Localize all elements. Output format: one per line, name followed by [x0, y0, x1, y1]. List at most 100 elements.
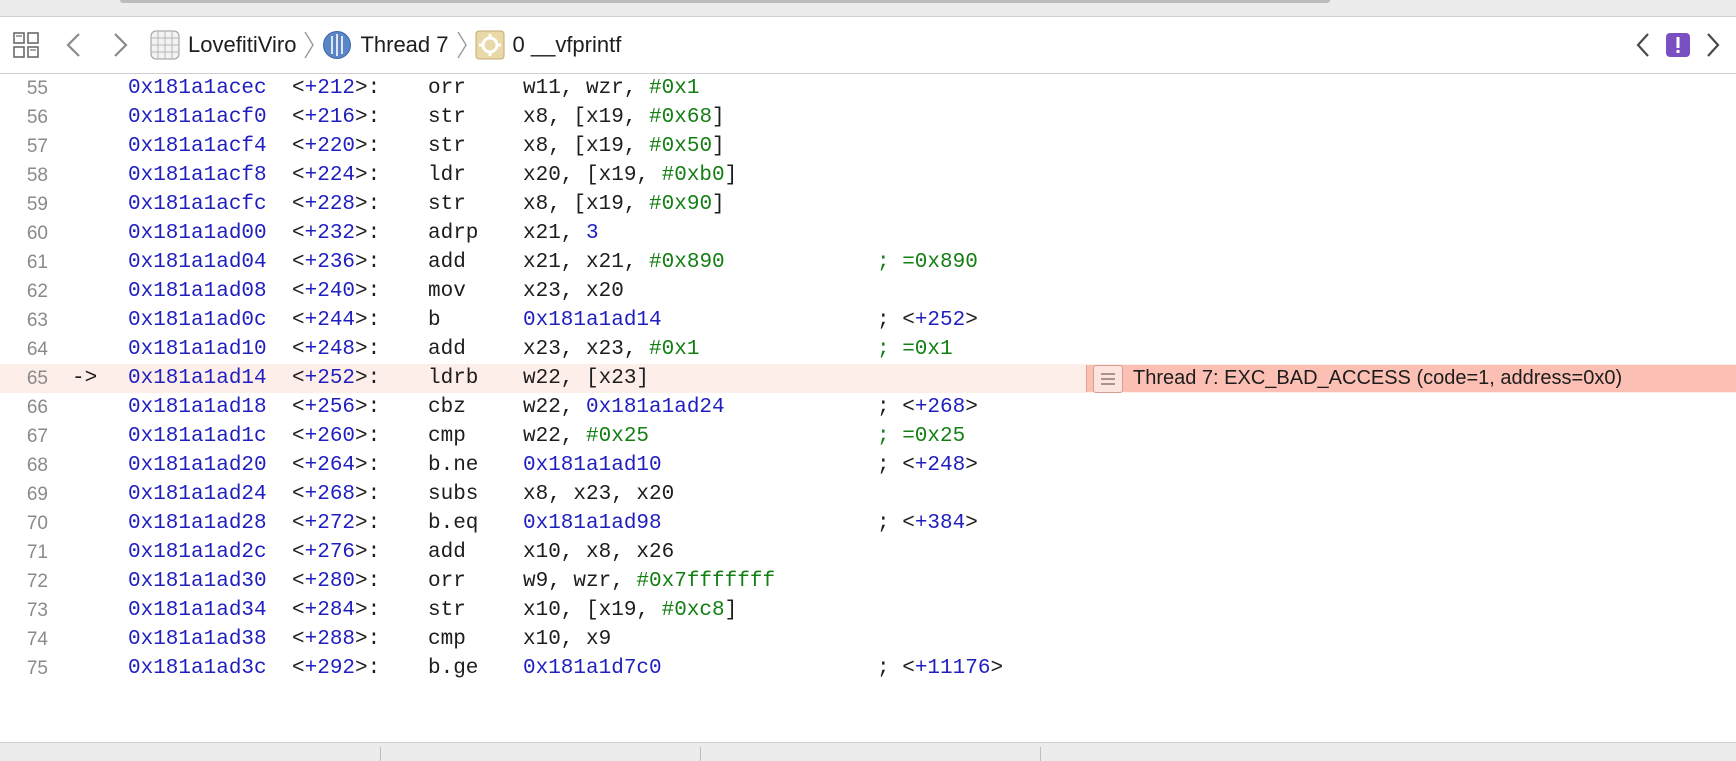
operand-imm: #0x7fffffff [636, 570, 776, 593]
instruction-mnemonic: subs [428, 483, 479, 506]
window-top-strip [0, 0, 1736, 17]
instruction-address: 0x181a1ad14 [128, 367, 267, 390]
disassembly-view[interactable]: 55 0x181a1acec <+212>: orr w11, wzr, #0x1 56 0… [0, 74, 1736, 742]
instruction-address: 0x181a1ad04 [128, 251, 267, 274]
instruction-mnemonic: adrp [428, 222, 479, 245]
instruction-mnemonic: ldr [428, 164, 466, 187]
instruction-offset: <+268>: [292, 483, 381, 506]
line-number: 72 [26, 571, 48, 592]
instruction-operands: x10, x9 [523, 628, 612, 651]
operand-imm: #0xb0 [661, 164, 725, 187]
instruction-offset: <+252>: [292, 367, 381, 390]
branch-target-comment: ; <+248> [877, 454, 978, 477]
line-number: 63 [26, 310, 48, 331]
instruction-address: 0x181a1ad10 [128, 338, 267, 361]
offset-value: +232 [304, 222, 356, 245]
instruction-offset: <+224>: [292, 164, 381, 187]
instruction-operands: x20, [x19, #0xb0] [523, 164, 738, 187]
go-back-chevron-icon[interactable] [62, 29, 86, 61]
instruction-operands: w22, 0x181a1ad24 [523, 396, 725, 419]
instruction-row[interactable]: 62 0x181a1ad08 <+240>: mov x23, x20 [0, 277, 1736, 306]
debug-bar [0, 742, 1736, 761]
instruction-row[interactable]: 60 0x181a1ad00 <+232>: adrp x21, 3 [0, 219, 1736, 248]
instruction-row[interactable]: 67 0x181a1ad1c <+260>: cmp w22, #0x25 ; =0x25 [0, 422, 1736, 451]
instruction-operands: w9, wzr, #0x7fffffff [523, 570, 776, 593]
instruction-operands: x21, x21, #0x890 [523, 251, 725, 274]
instruction-row[interactable]: 75 0x181a1ad3c <+292>: b.ge 0x181a1d7c0 ; <+1… [0, 654, 1736, 683]
instruction-address: 0x181a1ad3c [128, 657, 267, 680]
offset-value: +260 [304, 425, 356, 448]
instruction-offset: <+264>: [292, 454, 381, 477]
breadcrumb-item-frame[interactable]: 0 __vfprintf [475, 30, 621, 60]
instruction-mnemonic: mov [428, 280, 466, 303]
issue-navigator [1634, 29, 1722, 61]
instruction-offset: <+244>: [292, 309, 381, 332]
instruction-row[interactable]: 73 0x181a1ad34 <+284>: str x10, [x19, #0xc8] [0, 596, 1736, 625]
related-items-grid-icon[interactable] [12, 31, 40, 59]
line-number: 75 [26, 658, 48, 679]
instruction-operands: 0x181a1ad10 [523, 451, 662, 480]
next-issue-chevron-icon[interactable] [1704, 29, 1722, 61]
instruction-mnemonic: b.ge [428, 657, 479, 680]
current-instruction-row[interactable]: 65 -> 0x181a1ad14 <+252>: ldrb w22, [x23] Thre… [0, 364, 1736, 393]
instruction-address: 0x181a1acf8 [128, 164, 267, 187]
instruction-row[interactable]: 57 0x181a1acf4 <+220>: str x8, [x19, #0x50] [0, 132, 1736, 161]
offset-value: +268 [304, 483, 356, 506]
instruction-operands: x10, [x19, #0xc8] [523, 599, 738, 622]
instruction-row[interactable]: 58 0x181a1acf8 <+224>: ldr x20, [x19, #0xb0] [0, 161, 1736, 190]
instruction-address: 0x181a1ad0c [128, 309, 267, 332]
operand-imm: #0x890 [649, 251, 725, 274]
instruction-mnemonic: str [428, 135, 466, 158]
line-number: 66 [26, 397, 48, 418]
instruction-row[interactable]: 56 0x181a1acf0 <+216>: str x8, [x19, #0x68] [0, 103, 1736, 132]
instruction-row[interactable]: 68 0x181a1ad20 <+264>: b.ne 0x181a1ad10 ; <+2… [0, 451, 1736, 480]
instruction-row[interactable]: 71 0x181a1ad2c <+276>: add x10, x8, x26 [0, 538, 1736, 567]
instruction-row[interactable]: 61 0x181a1ad04 <+236>: add x21, x21, #0x890;… [0, 248, 1736, 277]
line-number: 60 [26, 223, 48, 244]
instruction-offset: <+212>: [292, 77, 381, 100]
offset-value: +280 [304, 570, 356, 593]
offset-value: +240 [304, 280, 356, 303]
function-gear-icon [475, 30, 505, 60]
previous-issue-chevron-icon[interactable] [1634, 29, 1652, 61]
instruction-row[interactable]: 74 0x181a1ad38 <+288>: cmp x10, x9 [0, 625, 1736, 654]
runtime-issue-badge-icon[interactable] [1664, 31, 1692, 59]
instruction-row[interactable]: 72 0x181a1ad30 <+280>: orr w9, wzr, #0x7ffff… [0, 567, 1736, 596]
instruction-row[interactable]: 64 0x181a1ad10 <+248>: add x23, x23, #0x1 ; =… [0, 335, 1736, 364]
breadcrumb-separator-icon [302, 28, 316, 62]
issue-list-icon[interactable] [1093, 364, 1123, 393]
instruction-address: 0x181a1ad08 [128, 280, 267, 303]
jump-bar: LovefitiViro Thread 7 0 __vfprintf [0, 17, 1736, 74]
line-number: 55 [26, 78, 48, 99]
instruction-row[interactable]: 66 0x181a1ad18 <+256>: cbz w22, 0x181a1ad24;… [0, 393, 1736, 422]
instruction-address: 0x181a1ad24 [128, 483, 267, 506]
instruction-row[interactable]: 70 0x181a1ad28 <+272>: b.eq 0x181a1ad98 ; <+3… [0, 509, 1736, 538]
horizontal-scroll-indicator[interactable] [120, 0, 1330, 3]
operand-imm: #0x90 [649, 193, 713, 216]
offset-value: +244 [304, 309, 356, 332]
exception-banner[interactable]: Thread 7: EXC_BAD_ACCESS (code=1, addres… [1086, 364, 1736, 393]
line-number: 62 [26, 281, 48, 302]
line-number: 67 [26, 426, 48, 447]
instruction-row[interactable]: 59 0x181a1acfc <+228>: str x8, [x19, #0x90] [0, 190, 1736, 219]
go-forward-chevron-icon[interactable] [108, 29, 132, 61]
instruction-address: 0x181a1ad18 [128, 396, 267, 419]
instruction-address: 0x181a1ad28 [128, 512, 267, 535]
breadcrumb-item-app[interactable]: LovefitiViro [150, 30, 296, 60]
breadcrumb-item-thread[interactable]: Thread 7 [322, 30, 449, 60]
offset-value: +272 [304, 512, 356, 535]
instruction-row[interactable]: 63 0x181a1ad0c <+244>: b 0x181a1ad14 ; <+252> [0, 306, 1736, 335]
offset-value: +220 [304, 135, 356, 158]
line-number: 70 [26, 513, 48, 534]
instruction-row[interactable]: 55 0x181a1acec <+212>: orr w11, wzr, #0x1 [0, 74, 1736, 103]
instruction-row[interactable]: 69 0x181a1ad24 <+268>: subs x8, x23, x20 [0, 480, 1736, 509]
instruction-operands: w22, [x23] [523, 367, 650, 390]
offset-value: +212 [304, 77, 356, 100]
operand-tgt: 0x181a1ad98 [523, 512, 662, 535]
instruction-mnemonic: b [428, 309, 441, 332]
instruction-offset: <+288>: [292, 628, 381, 651]
operand-imm: #0x1 [649, 338, 700, 361]
instruction-offset: <+232>: [292, 222, 381, 245]
operand-dec: 3 [586, 222, 599, 245]
line-number: 56 [26, 107, 48, 128]
